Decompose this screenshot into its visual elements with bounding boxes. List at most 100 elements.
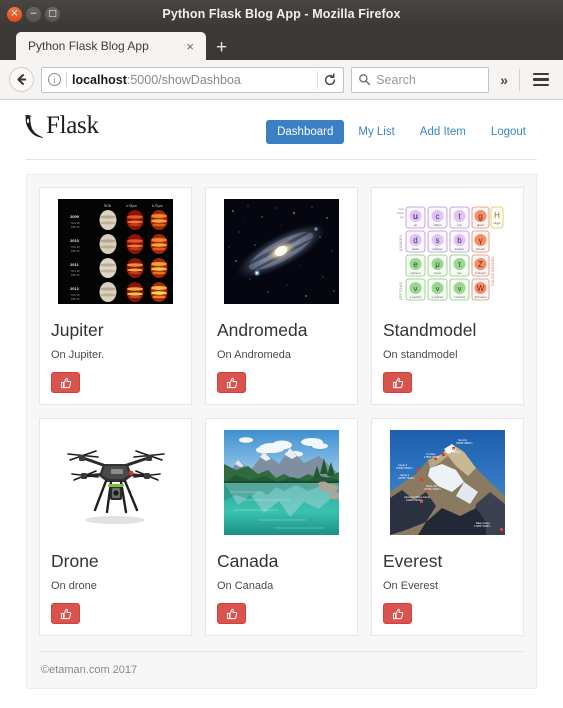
svg-text:bottom: bottom (455, 247, 465, 251)
svg-text:τ neutrino: τ neutrino (454, 295, 466, 299)
card-description: On Jupiter. (51, 349, 105, 362)
window-close-button[interactable]: × (7, 6, 22, 22)
standard-model-chart-thumbnail: u u up c charm (390, 199, 505, 304)
like-button[interactable] (51, 372, 80, 394)
svg-text:21000' 6400m: 21000' 6400m (406, 498, 422, 502)
hamburger-icon-line (533, 78, 549, 81)
svg-text:γ: γ (479, 236, 483, 245)
like-button[interactable] (383, 372, 412, 394)
url-host: localhost (72, 72, 127, 87)
svg-text:W: W (477, 284, 485, 293)
nav-link-logout[interactable]: Logout (480, 120, 537, 144)
window-titlebar: × − □ Python Flask Blog App - Mozilla Fi… (0, 0, 563, 28)
nav-link-dashboard[interactable]: Dashboard (266, 120, 345, 144)
svg-text:24750' 7500m: 24750' 7500m (398, 476, 414, 480)
search-box[interactable]: Search (351, 66, 490, 93)
menu-button[interactable] (527, 72, 555, 87)
svg-text:top: top (457, 223, 462, 227)
tab-strip: Python Flask Blog App × + (0, 28, 563, 60)
item-card[interactable]: RGB 4.78µm 8.70µm 2009 2010 2011 2012 NOV 08… (39, 187, 192, 406)
site-header: Flask Dashboard My List Add Item Logout (0, 100, 563, 150)
page-info-icon[interactable]: i (48, 73, 61, 86)
search-input-placeholder: Search (376, 72, 416, 87)
brand-logo[interactable]: Flask (22, 112, 99, 140)
svg-text:photon: photon (476, 247, 486, 251)
window-maximize-button[interactable]: □ (45, 6, 60, 22)
svg-text:mass: mass (398, 208, 405, 211)
thumbs-up-icon (226, 608, 237, 619)
svg-text:17000' 5180m: 17000' 5180m (474, 524, 490, 528)
svg-text:spin: spin (400, 216, 405, 219)
svg-text:H: H (494, 211, 500, 220)
like-button[interactable] (217, 603, 246, 625)
svg-text:s: s (436, 236, 440, 245)
url-divider (66, 72, 67, 87)
page-viewport: Flask Dashboard My List Add Item Logout (0, 100, 563, 708)
svg-text:2009: 2009 (70, 214, 80, 219)
like-button[interactable] (217, 372, 246, 394)
search-icon (359, 74, 371, 86)
thumbs-up-icon (60, 608, 71, 619)
back-button[interactable] (8, 67, 34, 93)
like-button[interactable] (383, 603, 412, 625)
dashboard-panel: RGB 4.78µm 8.70µm 2009 2010 2011 2012 NOV 08… (26, 174, 537, 690)
window-minimize-button[interactable]: − (26, 6, 41, 22)
svg-text:W boson: W boson (475, 295, 487, 299)
svg-text:DEC 06: DEC 06 (71, 250, 80, 253)
window-title: Python Flask Blog App - Mozilla Firefox (162, 7, 401, 21)
svg-text:ν: ν (436, 284, 440, 293)
url-text: localhost:5000/showDashboa (72, 73, 312, 87)
svg-text:27390' 8300m: 27390' 8300m (396, 466, 412, 470)
svg-text:ν: ν (414, 284, 418, 293)
toolbar-divider (519, 68, 520, 91)
item-card[interactable]: Canada On Canada (205, 418, 358, 637)
nav-link-my-list[interactable]: My List (347, 120, 405, 144)
card-row: Drone On drone Canada On Canada Summit 2… (39, 418, 524, 637)
new-tab-button[interactable]: + (206, 38, 237, 60)
item-card[interactable]: Andromeda On Andromeda (205, 187, 358, 406)
svg-text:8.70µm: 8.70µm (152, 204, 163, 208)
window-controls: × − □ (0, 6, 60, 22)
svg-text:ν: ν (458, 284, 462, 293)
reload-button[interactable] (317, 70, 341, 89)
item-card[interactable]: Drone On drone (39, 418, 192, 637)
svg-text:LEPTONS: LEPTONS (399, 281, 403, 300)
back-icon (8, 67, 34, 92)
browser-tab[interactable]: Python Flask Blog App × (16, 32, 206, 60)
svg-text:28140' 8577m: 28140' 8577m (444, 450, 460, 454)
andromeda-galaxy-thumbnail (224, 199, 339, 304)
flask-horn-icon (25, 114, 43, 139)
like-button[interactable] (51, 603, 80, 625)
svg-text:2011: 2011 (70, 262, 79, 267)
svg-text:muon: muon (434, 271, 442, 275)
card-title: Everest (383, 551, 443, 572)
tab-close-icon[interactable]: × (182, 40, 198, 53)
svg-text:g: g (478, 212, 482, 221)
svg-text:d: d (413, 236, 417, 245)
svg-text:NOV 08: NOV 08 (71, 222, 80, 225)
card-title: Andromeda (217, 320, 308, 340)
nav-link-add-item[interactable]: Add Item (409, 120, 477, 144)
card-description: On standmodel (383, 349, 458, 362)
footer-copyright: ©etaman.com 2017 (41, 664, 138, 677)
svg-text:29035' 8850m: 29035' 8850m (456, 441, 472, 445)
svg-text:NOV 08: NOV 08 (71, 294, 80, 297)
toolbar-overflow-button[interactable]: » (496, 72, 512, 88)
quadcopter-drone-thumbnail (58, 430, 173, 536)
brand-name: Flask (46, 112, 99, 139)
svg-text:u: u (413, 212, 417, 221)
svg-text:c: c (436, 212, 440, 221)
thumbs-up-icon (392, 377, 403, 388)
item-card[interactable]: Summit 29035' 8850m 3rd Step 28140' 8577… (371, 418, 524, 637)
svg-text:b: b (457, 236, 462, 245)
svg-text:NOV 08: NOV 08 (71, 270, 80, 273)
svg-text:Z boson: Z boson (475, 271, 486, 275)
url-bar[interactable]: i localhost:5000/showDashboa (41, 66, 345, 93)
header-divider (26, 159, 537, 160)
item-card[interactable]: u u up c charm (371, 187, 524, 406)
svg-text:e neutrino: e neutrino (410, 295, 422, 299)
svg-text:charge: charge (397, 212, 405, 215)
card-description: On drone (51, 580, 97, 593)
card-description: On Andromeda (217, 349, 291, 362)
svg-text:DEC 06: DEC 06 (71, 274, 80, 277)
